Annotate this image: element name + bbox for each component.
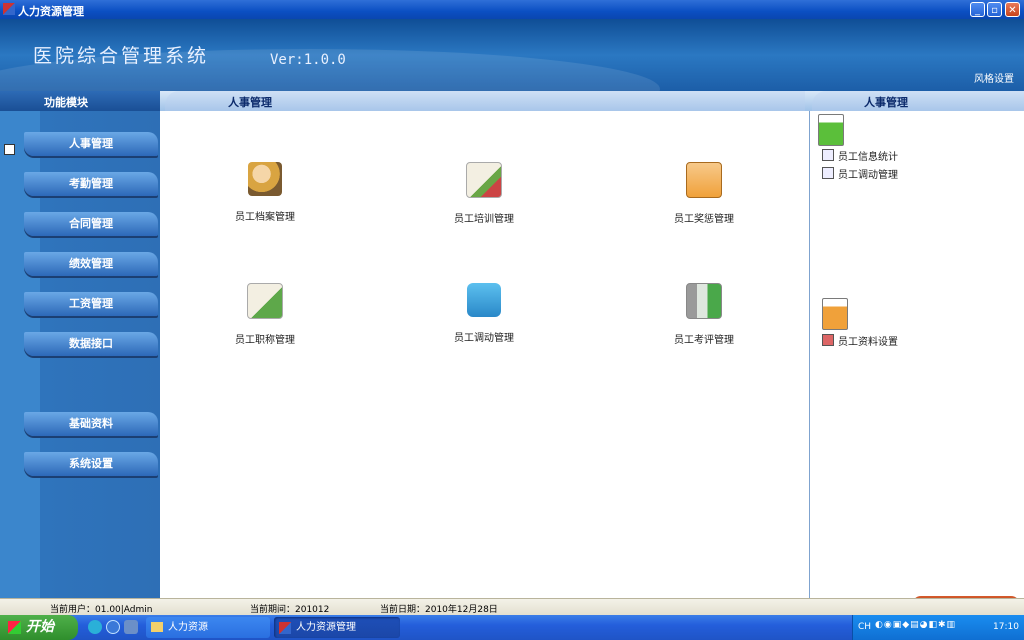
chart-refresh-icon <box>686 283 722 319</box>
tile-label: 员工调动管理 <box>454 333 514 344</box>
start-label: 开始 <box>26 619 54 635</box>
task-hr-management[interactable]: 人力资源管理 <box>274 617 400 638</box>
tile-label: 员工培训管理 <box>454 214 514 225</box>
tile-employee-evaluation[interactable]: 员工考评管理 <box>644 283 764 346</box>
task-label: 人力资源管理 <box>296 622 356 633</box>
status-period: 当前期间：201012 <box>250 605 330 615</box>
task-hr-folder[interactable]: 人力资源 <box>146 617 270 638</box>
quicklaunch-ie-icon[interactable] <box>106 620 120 634</box>
right-panel-header: 人事管理 <box>812 91 1024 111</box>
list-icon <box>822 149 834 161</box>
start-button[interactable]: 开始 <box>0 615 78 640</box>
title-bar: 人力资源管理 _ ▫ ✕ <box>0 0 1024 19</box>
style-setting-link[interactable]: 风格设置 <box>974 70 1014 85</box>
sidebar-item-performance[interactable]: 绩效管理 <box>24 252 158 276</box>
maximize-button[interactable]: ▫ <box>987 2 1002 17</box>
system-name: 医院综合管理系统 <box>33 45 210 67</box>
content-header: 人事管理 <box>165 91 805 111</box>
windows-logo-icon <box>8 621 21 634</box>
link-label: 员工资料设置 <box>838 337 898 348</box>
sidebar-item-attendance[interactable]: 考勤管理 <box>24 172 158 196</box>
quicklaunch-qq-icon[interactable] <box>88 620 102 634</box>
quicklaunch-desktop-icon[interactable] <box>124 620 138 634</box>
right-panel: 员工信息统计 员工调动管理 员工资料设置 <box>809 111 1024 598</box>
certificate-check-icon <box>247 283 283 319</box>
orange-clipboard-icon <box>822 298 848 330</box>
task-label: 人力资源 <box>168 622 208 633</box>
status-bar: 当前用户：01.00|Admin 当前期间：201012 当前日期：2010年1… <box>0 598 1024 616</box>
close-button[interactable]: ✕ <box>1005 2 1020 17</box>
header-banner: 医院综合管理系统 Ver:1.0.0 风格设置 <box>0 19 1024 91</box>
minimize-button[interactable]: _ <box>970 2 985 17</box>
sidebar-item-data-interface[interactable]: 数据接口 <box>24 332 158 356</box>
module-header: 功能模块 <box>0 91 160 111</box>
status-user: 当前用户：01.00|Admin <box>50 605 153 615</box>
language-indicator[interactable]: CH <box>858 622 871 632</box>
folder-icon <box>151 622 163 632</box>
tile-employee-transfer[interactable]: 员工调动管理 <box>424 283 544 344</box>
version-label: Ver:1.0.0 <box>270 52 346 68</box>
list-icon <box>822 167 834 179</box>
link-employee-statistics[interactable]: 员工信息统计 <box>822 148 898 163</box>
right-panel-header-label: 人事管理 <box>864 96 908 109</box>
tile-employee-rewards[interactable]: 员工奖惩管理 <box>644 162 764 225</box>
sidebar-item-personnel[interactable]: 人事管理 <box>24 132 158 156</box>
app-icon <box>3 3 15 15</box>
green-clipboard-icon <box>818 114 844 146</box>
tile-employee-titles[interactable]: 员工职称管理 <box>205 283 325 346</box>
content-header-label: 人事管理 <box>228 96 272 109</box>
sidebar-item-salary[interactable]: 工资管理 <box>24 292 158 316</box>
taskbar: 开始 人力资源 人力资源管理 CH ◐◉▣◆▤◕◧✱▥ 17:10 <box>0 615 1024 640</box>
person-briefcase-icon <box>248 162 282 196</box>
tray-icons[interactable]: ◐◉▣◆▤◕◧✱▥ <box>875 620 956 630</box>
price-tag-icon <box>467 283 501 317</box>
main-content: 员工档案管理 员工培训管理 员工奖惩管理 员工职称管理 员工调动管理 员工考评管… <box>160 111 809 598</box>
system-tray: CH ◐◉▣◆▤◕◧✱▥ 17:10 <box>852 615 1024 640</box>
sidebar: 人事管理 考勤管理 合同管理 绩效管理 工资管理 数据接口 基础资料 系统设置 <box>0 111 160 598</box>
sidebar-item-contract[interactable]: 合同管理 <box>24 212 158 236</box>
tile-label: 员工职称管理 <box>235 335 295 346</box>
certificate-icon <box>466 162 502 198</box>
link-employee-transfer[interactable]: 员工调动管理 <box>822 166 898 181</box>
sidebar-item-system-settings[interactable]: 系统设置 <box>24 452 158 476</box>
window-title: 人力资源管理 <box>18 5 84 18</box>
current-item-marker-icon <box>4 144 15 155</box>
tile-employee-records[interactable]: 员工档案管理 <box>205 162 325 223</box>
clipboard-money-icon <box>686 162 722 198</box>
settings-icon <box>822 334 834 346</box>
sidebar-item-basic-data[interactable]: 基础资料 <box>24 412 158 436</box>
link-label: 员工信息统计 <box>838 152 898 163</box>
tile-label: 员工奖惩管理 <box>674 214 734 225</box>
link-label: 员工调动管理 <box>838 170 898 181</box>
link-employee-data-settings[interactable]: 员工资料设置 <box>822 333 898 348</box>
clock: 17:10 <box>993 622 1019 632</box>
status-date: 当前日期：2010年12月28日 <box>380 605 498 615</box>
module-header-label: 功能模块 <box>44 96 88 109</box>
section-header-bar: 功能模块 人事管理 人事管理 <box>0 91 1024 111</box>
tile-label: 员工档案管理 <box>235 212 295 223</box>
tile-label: 员工考评管理 <box>674 335 734 346</box>
app-icon <box>279 622 291 634</box>
tile-employee-training[interactable]: 员工培训管理 <box>424 162 544 225</box>
